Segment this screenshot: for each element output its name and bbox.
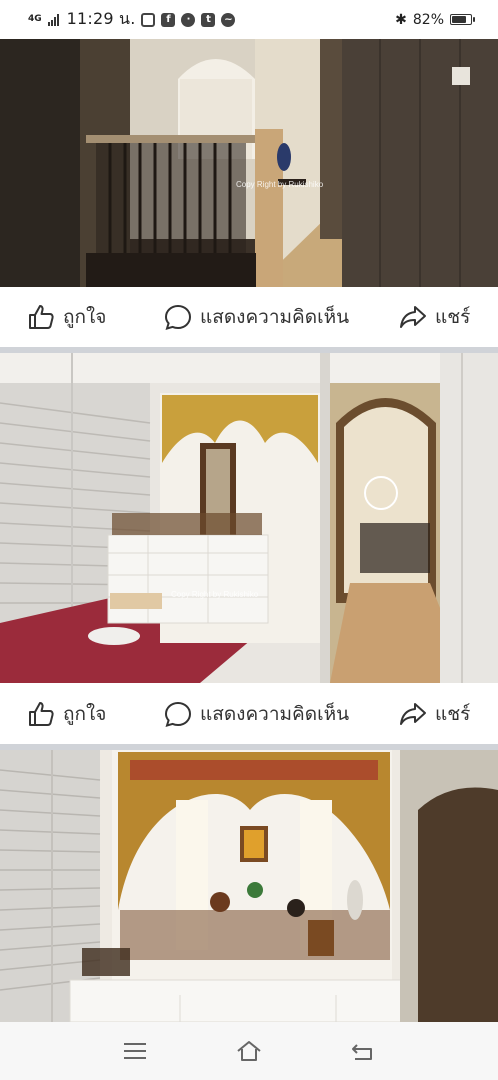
- comment-button[interactable]: แสดงความคิดเห็น: [164, 699, 349, 729]
- status-bar: 4G 11:29 น. f · t ~ ✱ 82%: [0, 0, 498, 39]
- like-label: ถูกใจ: [63, 307, 107, 328]
- network-type: 4G: [28, 14, 42, 24]
- battery-icon: [450, 14, 475, 25]
- status-left: 4G 11:29 น. f · t ~: [28, 7, 395, 32]
- post-photo-hallway[interactable]: Copy Right by Rukishiko: [0, 39, 498, 287]
- share-arrow-icon: [400, 306, 426, 328]
- post-photo-altar[interactable]: [0, 750, 498, 1022]
- menu-button[interactable]: [115, 1031, 155, 1071]
- like-label: ถูกใจ: [63, 704, 107, 725]
- comment-bubble-icon: [164, 701, 192, 727]
- share-label: แชร์: [435, 307, 471, 328]
- share-button[interactable]: แชร์: [399, 699, 470, 729]
- watermark: Copy Right by Rukishiko: [171, 590, 259, 599]
- thumbs-up-icon: [29, 305, 54, 329]
- line-icon: ·: [181, 12, 196, 27]
- comment-button[interactable]: แสดงความคิดเห็น: [164, 302, 349, 332]
- battery-percent: 82%: [412, 11, 444, 28]
- post-actions: ถูกใจ แสดงความคิดเห็น แชร์: [0, 684, 498, 744]
- home-button[interactable]: [229, 1031, 269, 1071]
- watermark: Copy Right by Rukishiko: [236, 180, 324, 189]
- share-arrow-icon: [400, 703, 426, 725]
- signal-icon: [47, 13, 59, 26]
- share-button[interactable]: แชร์: [399, 302, 470, 332]
- back-icon: [352, 1044, 372, 1060]
- teams-icon: t: [201, 12, 216, 27]
- bluetooth-icon: ✱: [395, 11, 407, 28]
- status-right: ✱ 82%: [395, 11, 475, 28]
- messenger-icon: ~: [221, 12, 236, 27]
- post-photo-prayer-room[interactable]: Copy Right by Rukishiko: [0, 353, 498, 683]
- post-actions: ถูกใจ แสดงความคิดเห็น แชร์: [0, 287, 498, 347]
- clock: 11:29 น.: [66, 9, 136, 28]
- instagram-icon: [141, 12, 156, 27]
- like-button[interactable]: ถูกใจ: [27, 302, 106, 332]
- share-label: แชร์: [435, 704, 471, 725]
- home-icon: [237, 1041, 261, 1061]
- facebook-icon: f: [161, 12, 176, 27]
- back-button[interactable]: [343, 1031, 383, 1071]
- system-nav-bar: [0, 1022, 498, 1080]
- comment-label: แสดงความคิดเห็น: [200, 704, 350, 725]
- like-button[interactable]: ถูกใจ: [27, 699, 106, 729]
- comment-label: แสดงความคิดเห็น: [200, 307, 350, 328]
- thumbs-up-icon: [29, 702, 54, 726]
- menu-icon: [124, 1043, 146, 1059]
- comment-bubble-icon: [164, 304, 192, 330]
- battery-fill: [452, 16, 466, 23]
